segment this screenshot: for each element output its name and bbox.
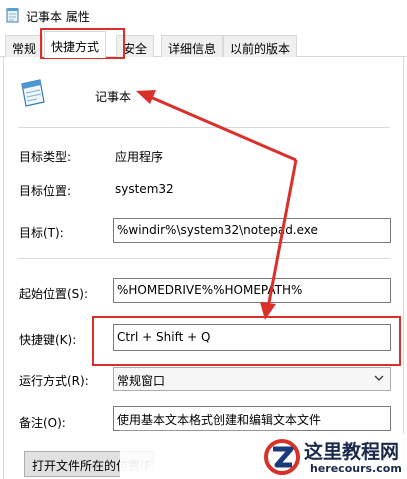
hotkey-field[interactable]: Ctrl + Shift + Q <box>113 324 391 351</box>
tab-label: 快捷方式 <box>51 40 100 54</box>
tab-label: 详细信息 <box>168 42 217 56</box>
chevron-down-icon <box>374 375 384 381</box>
tab-details[interactable]: 详细信息 <box>161 35 224 57</box>
tab-strip: 常规 快捷方式 安全 详细信息 以前的版本 <box>0 30 407 58</box>
run-select-value: 常规窗口 <box>117 374 166 388</box>
tab-security[interactable]: 安全 <box>116 35 155 57</box>
z-logo-icon <box>264 439 300 475</box>
shortcut-name: 记事本 <box>95 90 132 104</box>
notepad-icon <box>6 8 19 23</box>
comment-label: 备注(O): <box>19 416 66 430</box>
divider <box>18 258 390 259</box>
run-label: 运行方式(R): <box>19 374 89 388</box>
watermark-title: 这里教程网 <box>304 441 400 463</box>
target-field[interactable]: %windir%\system32\notepad.exe <box>113 218 391 243</box>
notepad-icon <box>21 79 45 107</box>
target-type-value: 应用程序 <box>115 150 164 164</box>
watermark: 这里教程网 herecours.com <box>262 434 407 479</box>
divider <box>18 127 390 128</box>
start-in-label: 起始位置(S): <box>19 287 89 301</box>
target-label: 目标(T): <box>19 226 64 240</box>
run-select[interactable]: 常规窗口 <box>113 367 391 391</box>
start-in-field[interactable]: %HOMEDRIVE%%HOMEPATH% <box>113 278 391 303</box>
window-title: 记事本 属性 <box>26 10 90 24</box>
target-location-label: 目标位置: <box>19 184 72 198</box>
watermark-subtitle: herecours.com <box>310 462 402 475</box>
target-type-label: 目标类型: <box>19 150 72 164</box>
tab-label: 以前的版本 <box>230 42 291 56</box>
title-bar: 记事本 属性 <box>0 0 407 30</box>
tab-label: 安全 <box>123 42 148 56</box>
tab-general[interactable]: 常规 <box>5 35 44 57</box>
target-location-value: system32 <box>115 182 174 196</box>
hotkey-label: 快捷键(K): <box>19 333 77 347</box>
tab-shortcut[interactable]: 快捷方式 <box>44 31 107 58</box>
tab-previous-versions[interactable]: 以前的版本 <box>223 35 298 57</box>
tab-label: 常规 <box>12 42 37 56</box>
